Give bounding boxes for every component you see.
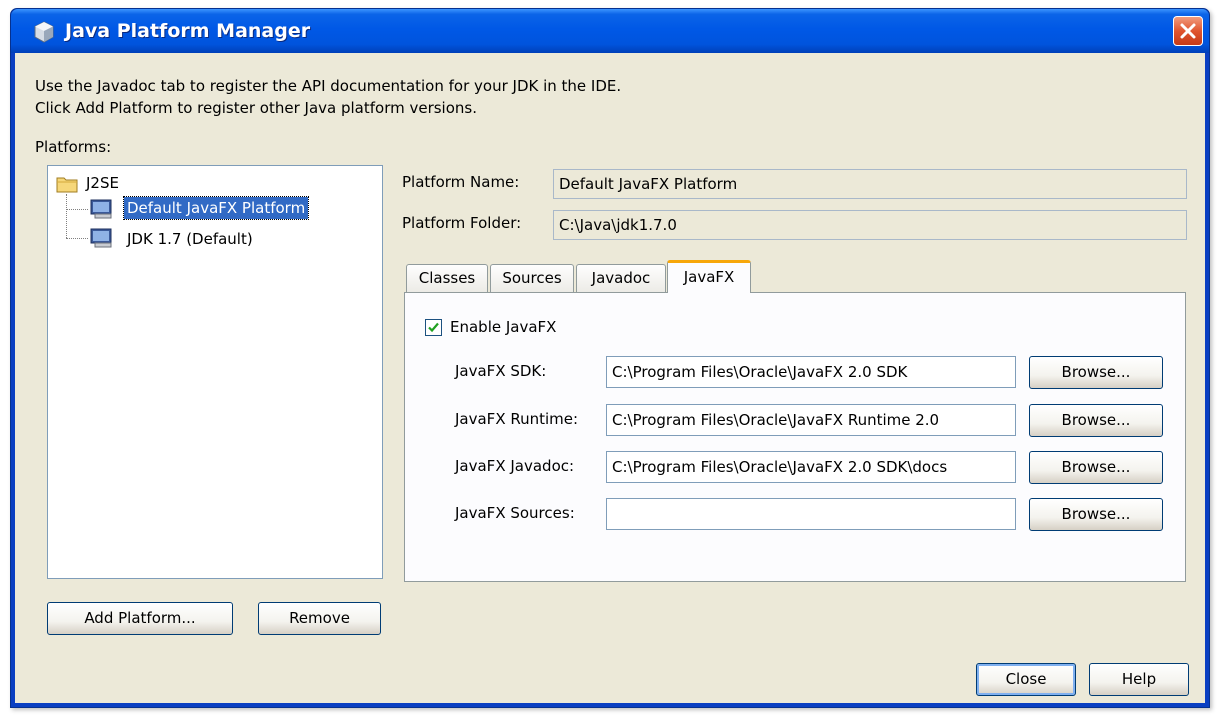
add-platform-button[interactable]: Add Platform... (47, 602, 233, 635)
enable-javafx-checkbox[interactable] (425, 319, 442, 336)
close-icon (1180, 23, 1196, 39)
javafx-javadoc-label: JavaFX Javadoc: (455, 457, 575, 475)
platform-folder-label: Platform Folder: (402, 214, 522, 232)
platform-icon (90, 228, 112, 248)
javafx-sources-label: JavaFX Sources: (455, 504, 575, 522)
tab-classes[interactable]: Classes (406, 264, 488, 292)
tree-node-default-javafx-platform[interactable]: Default JavaFX Platform (122, 196, 310, 220)
dialog-body: Use the Javadoc tab to register the API … (15, 53, 1205, 703)
instructions: Use the Javadoc tab to register the API … (35, 75, 621, 119)
browse-sdk-button[interactable]: Browse... (1029, 356, 1163, 389)
tab-javadoc[interactable]: Javadoc (576, 264, 666, 292)
javafx-runtime-input[interactable]: C:\Program Files\Oracle\JavaFX Runtime 2… (606, 404, 1016, 436)
browse-runtime-button[interactable]: Browse... (1029, 404, 1163, 437)
javafx-javadoc-input[interactable]: C:\Program Files\Oracle\JavaFX 2.0 SDK\d… (606, 451, 1016, 483)
platform-icon (90, 199, 112, 219)
javafx-sdk-input[interactable]: C:\Program Files\Oracle\JavaFX 2.0 SDK (606, 356, 1016, 388)
help-button[interactable]: Help (1089, 663, 1189, 696)
tree-node-j2se[interactable]: J2SE (86, 174, 119, 192)
enable-javafx-label[interactable]: Enable JavaFX (450, 318, 556, 336)
tree-connector (66, 194, 67, 238)
platforms-tree[interactable]: J2SE Default JavaFX Platform JDK 1.7 (De… (47, 165, 383, 579)
browse-sources-button[interactable]: Browse... (1029, 498, 1163, 531)
title-bar[interactable]: Java Platform Manager (11, 9, 1209, 53)
javafx-sdk-label: JavaFX SDK: (455, 362, 547, 380)
instructions-line-2: Click Add Platform to register other Jav… (35, 99, 477, 117)
tree-connector (66, 238, 88, 239)
platforms-label: Platforms: (35, 138, 112, 156)
platform-name-field[interactable]: Default JavaFX Platform (553, 169, 1187, 199)
java-platform-manager-dialog: Java Platform Manager Use the Javadoc ta… (10, 8, 1210, 708)
platform-folder-field[interactable]: C:\Java\jdk1.7.0 (553, 210, 1187, 240)
close-button[interactable]: Close (976, 663, 1076, 696)
tree-connector (66, 209, 88, 210)
javafx-tab-panel: Enable JavaFX JavaFX SDK: C:\Program Fil… (404, 292, 1186, 582)
javafx-runtime-label: JavaFX Runtime: (455, 410, 579, 428)
window-title: Java Platform Manager (65, 20, 311, 42)
remove-button[interactable]: Remove (258, 602, 381, 635)
app-icon (34, 21, 54, 43)
browse-javadoc-button[interactable]: Browse... (1029, 451, 1163, 484)
tree-node-jdk-1-7[interactable]: JDK 1.7 (Default) (127, 230, 253, 248)
window-close-button[interactable] (1173, 16, 1203, 46)
platform-name-label: Platform Name: (402, 173, 520, 191)
tab-sources[interactable]: Sources (490, 264, 574, 292)
tab-javafx[interactable]: JavaFX (667, 260, 751, 293)
javafx-sources-input[interactable] (606, 498, 1016, 530)
folder-icon (56, 177, 78, 193)
instructions-line-1: Use the Javadoc tab to register the API … (35, 77, 622, 95)
checkmark-icon (428, 322, 439, 333)
